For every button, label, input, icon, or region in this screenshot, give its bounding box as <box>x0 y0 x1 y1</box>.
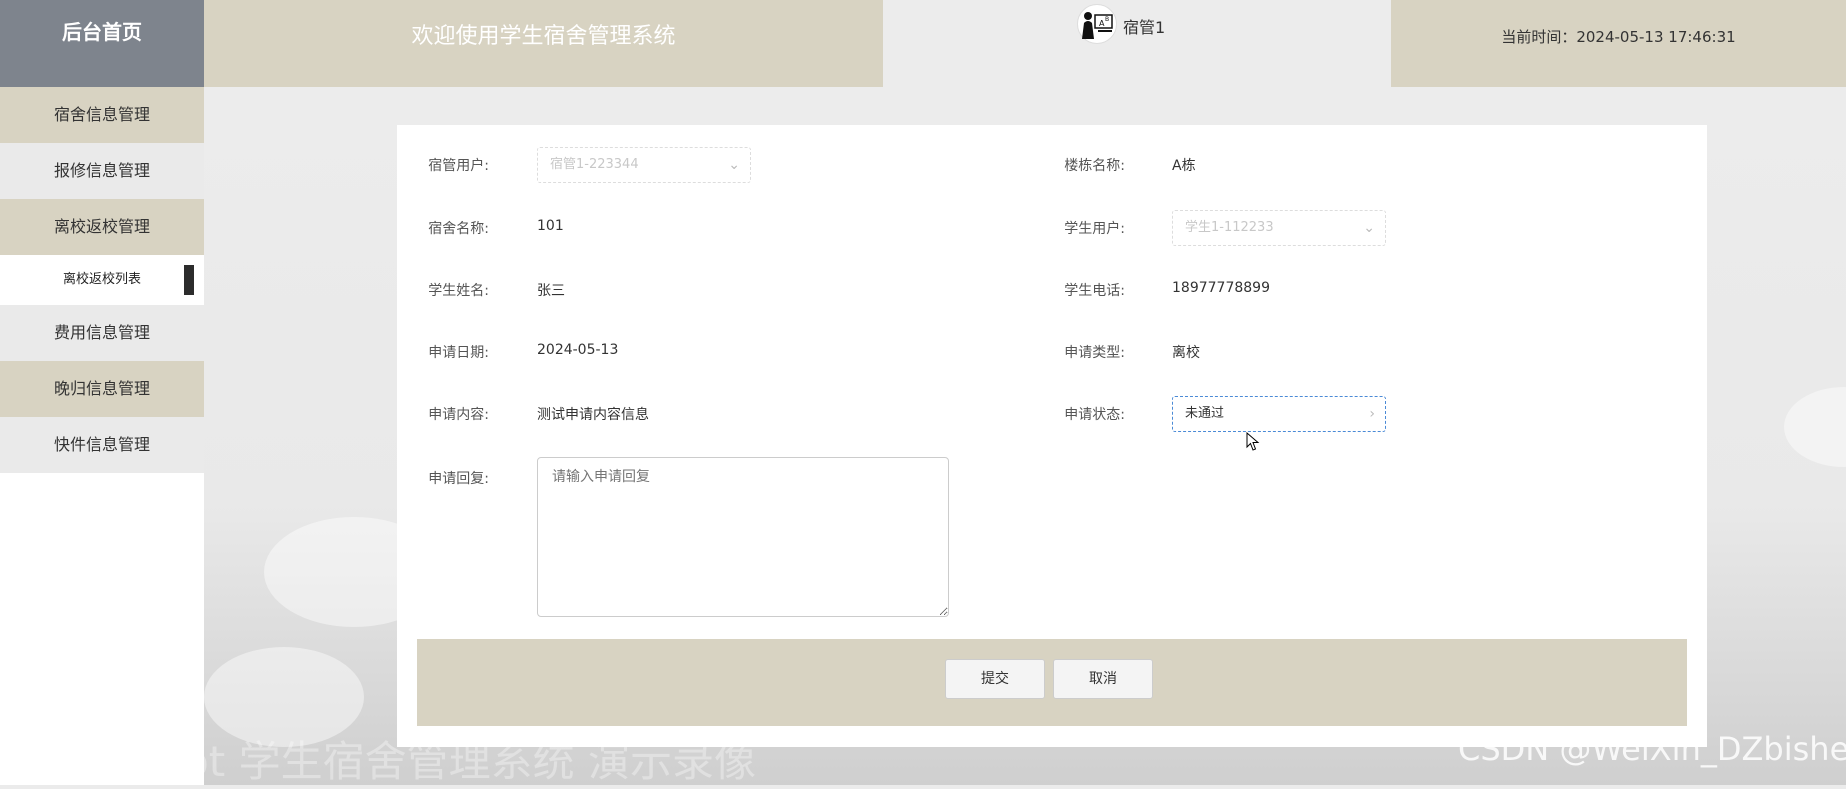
video-watermark: springboot 学生宿舍管理系统 演示录像 <box>0 737 756 786</box>
manager-user-value: 宿管1-223344 <box>550 157 639 172</box>
apply-content-value: 测试申请内容信息 <box>537 407 649 423</box>
sidebar: 宿舍信息管理 报修信息管理 离校返校管理 离校返校列表 费用信息管理 晚归信息管… <box>0 87 204 785</box>
student-user-select[interactable]: 学生1-112233 ⌄ <box>1172 210 1386 246</box>
chevron-down-icon: ⌄ <box>1363 220 1375 236</box>
sidebar-item-leave-return[interactable]: 离校返校管理 <box>0 199 204 255</box>
dorm-name-value: 101 <box>537 218 564 234</box>
username-label[interactable]: 宿管1 <box>1123 14 1165 38</box>
header-bar: 后台首页 欢迎使用学生宿舍管理系统 A B 宿管1 当前时间：2024-05-1… <box>0 0 1846 87</box>
student-user-label: 学生用户: <box>1064 221 1125 237</box>
home-link[interactable]: 后台首页 <box>0 0 204 87</box>
manager-user-select[interactable]: 宿管1-223344 ⌄ <box>537 147 751 183</box>
sidebar-subitem-label: 离校返校列表 <box>62 272 141 287</box>
apply-content-label: 申请内容: <box>428 407 489 423</box>
mouse-cursor-icon <box>1246 432 1260 451</box>
form-card: 宿管用户: 宿管1-223344 ⌄ 楼栋名称: A栋 宿舍名称: 101 学生… <box>397 125 1707 747</box>
avatar[interactable]: A B <box>1077 4 1117 44</box>
submit-button[interactable]: 提交 <box>945 659 1045 699</box>
student-name-value: 张三 <box>537 283 565 299</box>
user-panel: A B 宿管1 <box>883 0 1391 87</box>
sidebar-item-fee-info[interactable]: 费用信息管理 <box>0 305 204 361</box>
decor-bubble <box>1784 387 1846 467</box>
cancel-button[interactable]: 取消 <box>1053 659 1153 699</box>
sidebar-item-dorm-info[interactable]: 宿舍信息管理 <box>0 87 204 143</box>
svg-text:B: B <box>1105 16 1109 23</box>
sidebar-item-parcel-info[interactable]: 快件信息管理 <box>0 417 204 473</box>
student-user-value: 学生1-112233 <box>1185 220 1274 235</box>
apply-status-select[interactable]: 未通过 › <box>1172 396 1386 432</box>
building-name-value: A栋 <box>1172 158 1196 174</box>
student-phone-label: 学生电话: <box>1064 283 1125 299</box>
button-bar: 提交 取消 <box>417 639 1687 726</box>
apply-reply-textarea[interactable] <box>537 457 949 617</box>
active-indicator <box>184 265 194 295</box>
building-name-label: 楼栋名称: <box>1064 158 1125 174</box>
apply-reply-label: 申请回复: <box>428 471 489 487</box>
sidebar-subitem-leave-return-list[interactable]: 离校返校列表 <box>0 255 204 305</box>
apply-date-label: 申请日期: <box>428 345 489 361</box>
apply-date-value: 2024-05-13 <box>537 342 619 358</box>
sidebar-item-repair-info[interactable]: 报修信息管理 <box>0 143 204 199</box>
chevron-right-icon: › <box>1369 406 1375 422</box>
student-phone-value: 18977778899 <box>1172 280 1270 296</box>
manager-user-label: 宿管用户: <box>428 158 489 174</box>
apply-status-label: 申请状态: <box>1064 407 1125 423</box>
student-name-label: 学生姓名: <box>428 283 489 299</box>
apply-status-value: 未通过 <box>1185 406 1225 421</box>
sidebar-item-late-return[interactable]: 晚归信息管理 <box>0 361 204 417</box>
current-time: 当前时间：2024-05-13 17:46:31 <box>1391 0 1846 87</box>
apply-type-label: 申请类型: <box>1064 345 1125 361</box>
apply-type-value: 离校 <box>1172 345 1200 361</box>
dorm-name-label: 宿舍名称: <box>428 221 489 237</box>
welcome-title: 欢迎使用学生宿舍管理系统 <box>204 0 883 87</box>
teacher-avatar-icon: A B <box>1079 6 1115 42</box>
csdn-watermark: CSDN @WeiXin_DZbishe <box>1458 730 1846 768</box>
chevron-down-icon: ⌄ <box>728 157 740 173</box>
